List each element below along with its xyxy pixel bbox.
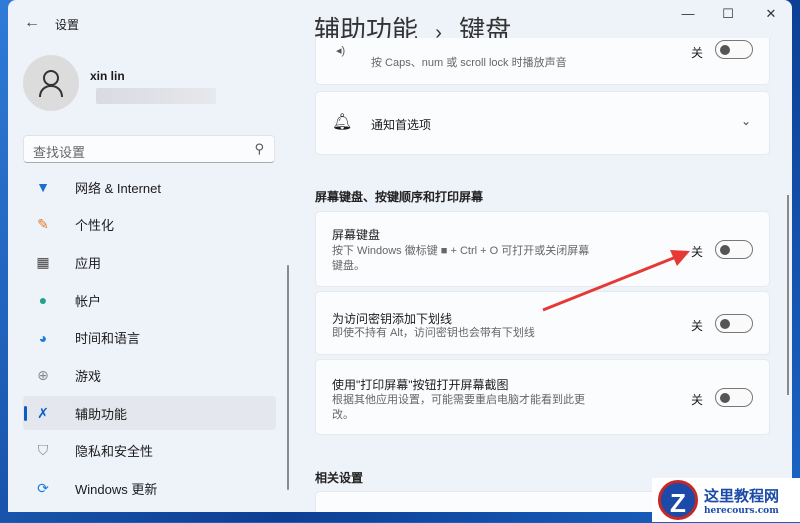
red-annotation-arrow [542, 250, 690, 312]
watermark-url: herecours.com [704, 505, 779, 516]
watermark-brand: 这里教程网 [704, 486, 780, 505]
watermark-logo: Z [658, 480, 698, 520]
watermark: Z 这里教程网 herecours.com [652, 478, 800, 522]
